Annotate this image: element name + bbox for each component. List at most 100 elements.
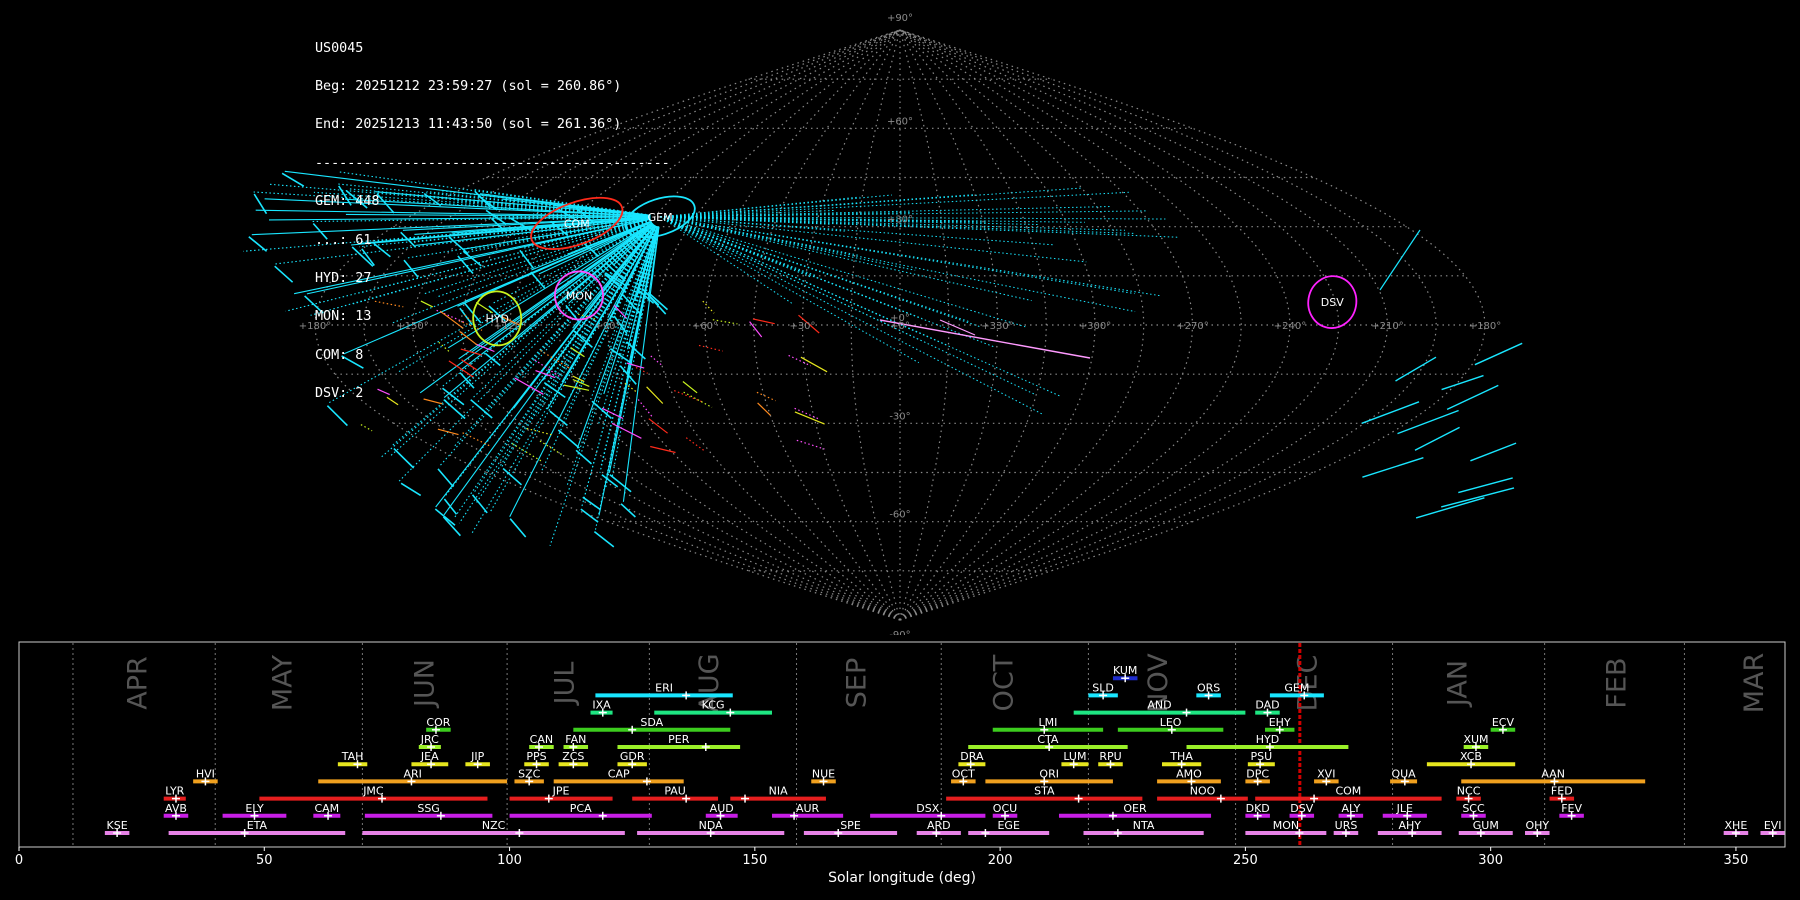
meteor-track: [526, 427, 552, 436]
meteor-track: [757, 402, 771, 416]
meteor-track: [557, 429, 580, 449]
meteor-track: [660, 216, 1135, 295]
meteor-track: [659, 216, 920, 364]
shower-label: TAH: [341, 750, 364, 763]
shower-label: NTA: [1133, 819, 1155, 832]
meteor-track: [434, 508, 456, 526]
shower-label: NOO: [1190, 785, 1216, 798]
lat-label: +60°: [887, 116, 913, 127]
shower-label: XVI: [1317, 767, 1335, 780]
meteor-track: [582, 496, 601, 511]
shower-label: OCU: [993, 802, 1017, 815]
sky-map: +90°+60°+30°+0°-30°-60°-90°+180°+150°+12…: [243, 13, 1523, 635]
meteor-track: [1414, 426, 1460, 451]
shower-label: SLD: [1092, 681, 1114, 694]
shower-label: GDR: [620, 750, 645, 763]
shower-label: PPS: [526, 750, 546, 763]
shower-label: AMO: [1176, 767, 1202, 780]
shower-label: URS: [1335, 819, 1358, 832]
month-label: MAY: [267, 654, 298, 711]
shower-label: EHY: [1269, 716, 1291, 729]
meteor-track: [756, 391, 776, 402]
meteor-track: [539, 440, 564, 456]
count-sporadic: ...: 61: [315, 232, 372, 248]
shower-label: CAP: [608, 767, 630, 780]
shower-label: ORS: [1197, 681, 1220, 694]
shower-label: JRC: [420, 733, 439, 746]
shower-label: DAD: [1255, 699, 1279, 712]
shower-label: ORI: [1039, 767, 1059, 780]
meteor-track: [698, 344, 724, 352]
shower-label: IXA: [592, 699, 611, 712]
meteor-track: [400, 482, 422, 497]
radiant-label: DSV: [1321, 296, 1344, 309]
meteor-track: [274, 265, 294, 283]
month-label: MAR: [1739, 653, 1770, 714]
sky-meridian: [801, 29, 901, 621]
shower-label: FEV: [1561, 802, 1582, 815]
lon-label: +300°: [1079, 321, 1111, 332]
meteor-track: [650, 445, 676, 454]
shower-label: CAN: [530, 733, 553, 746]
lon-label: +0°: [890, 321, 910, 332]
month-label: OCT: [989, 654, 1020, 711]
shower-label: PER: [668, 733, 690, 746]
shower-label: OER: [1123, 802, 1147, 815]
shower-label: EVI: [1764, 819, 1782, 832]
lon-label: +240°: [1274, 321, 1306, 332]
lon-label: +210°: [1371, 321, 1403, 332]
lon-label: +330°: [981, 321, 1013, 332]
shower-label: NDA: [699, 819, 724, 832]
shower-label: DKD: [1246, 802, 1270, 815]
shower-label: GEM: [1284, 681, 1309, 694]
meteor-track: [648, 418, 668, 434]
shower-label: JEA: [420, 750, 439, 763]
lon-label: +30°: [789, 321, 815, 332]
sky-meridian: [899, 29, 1047, 621]
month-label: JUN: [410, 659, 441, 709]
shower-label: XHE: [1725, 819, 1748, 832]
meteor-track: [437, 428, 459, 436]
lon-label: +270°: [1176, 321, 1208, 332]
shower-label: ETA: [247, 819, 268, 832]
shower-label: AHY: [1398, 819, 1421, 832]
shower-label: OHY: [1525, 819, 1549, 832]
month-label: JAN: [1442, 660, 1473, 708]
x-tick-label: 300: [1478, 853, 1503, 868]
meteor-track: [1362, 457, 1424, 478]
shower-label: AVB: [165, 802, 187, 815]
shower-label: SDA: [640, 716, 663, 729]
shower-label: DSV: [1290, 802, 1313, 815]
count-dsv: DSV: 2: [315, 386, 364, 402]
meteor-track: [281, 172, 305, 187]
shower-label: DPC: [1246, 767, 1269, 780]
meteor-track: [683, 391, 713, 408]
x-tick-label: 50: [256, 853, 273, 868]
shower-label: ZCS: [562, 750, 584, 763]
shower-label: QUA: [1391, 767, 1416, 780]
shower-label: DSX: [916, 802, 939, 815]
shower-label: DRA: [960, 750, 984, 763]
meteor-track: [796, 439, 825, 450]
month-label: FEB: [1602, 657, 1633, 708]
x-tick-label: 150: [742, 853, 767, 868]
meteor-track: [248, 236, 268, 252]
meteor-track: [1415, 497, 1485, 519]
meteor-track: [660, 187, 1083, 218]
shower-label: FED: [1551, 785, 1573, 798]
shower-label: ARD: [927, 819, 951, 832]
shower-label: XCB: [1460, 750, 1482, 763]
meteor-track: [1441, 487, 1515, 508]
shower-label: ERI: [655, 681, 673, 694]
meteor-track: [1361, 401, 1420, 424]
shower-label: CTA: [1037, 733, 1059, 746]
shower-label: SPE: [840, 819, 861, 832]
shower-label: COR: [426, 716, 450, 729]
shower-label: LUM: [1063, 750, 1086, 763]
meteor-track: [509, 518, 527, 538]
meteor-track: [1397, 409, 1459, 435]
shower-label: NZC: [482, 819, 506, 832]
shower-label: NIA: [769, 785, 788, 798]
meteor-track: [1474, 342, 1523, 366]
x-tick-label: 0: [15, 853, 23, 868]
